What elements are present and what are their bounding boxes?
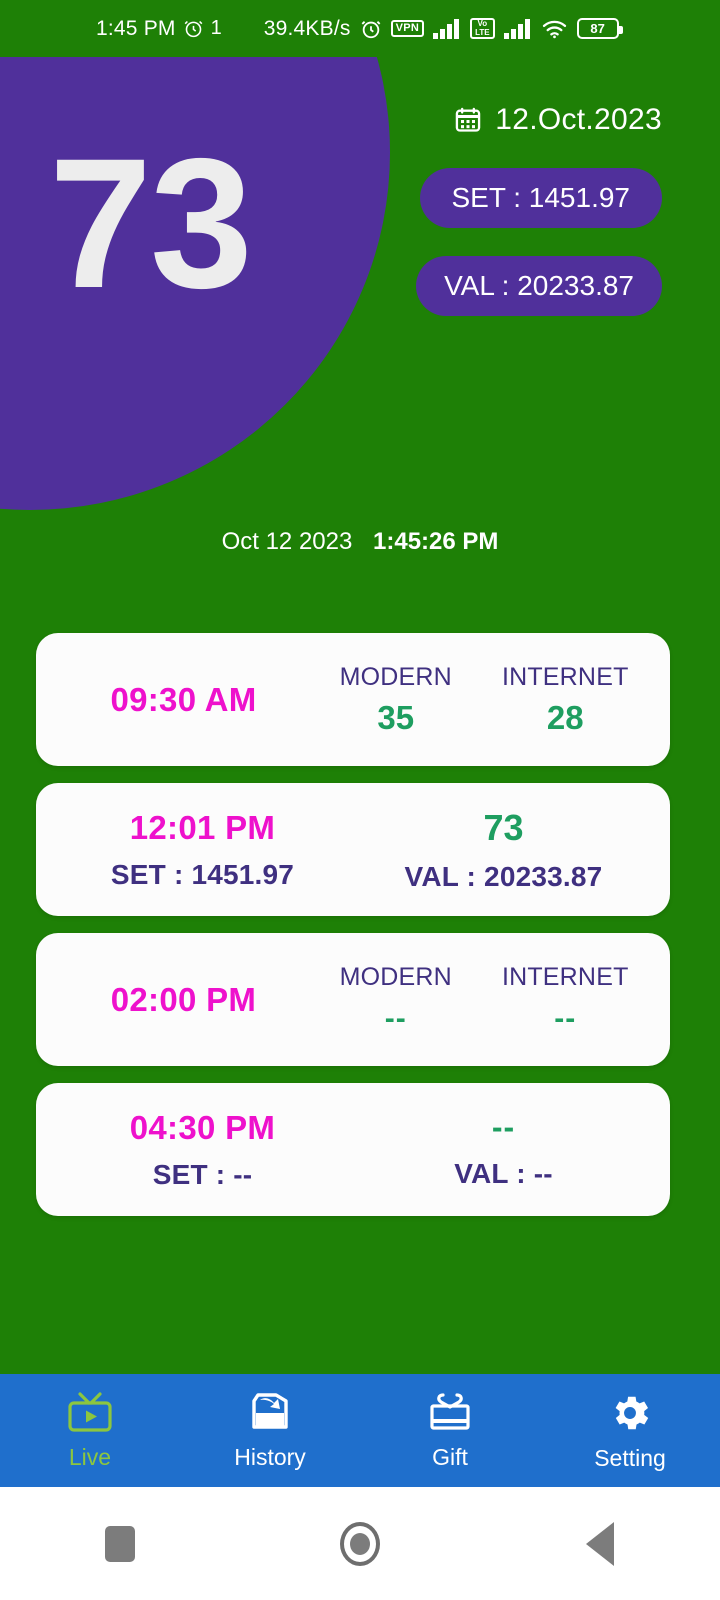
set-pill[interactable]: SET : 1451.97 bbox=[419, 168, 662, 228]
phone-screen: 1:45 PM 1 39.4KB/s VPN Vo LTE 87 73 12.O… bbox=[0, 0, 720, 1600]
nav-tab-setting-label: Setting bbox=[594, 1444, 666, 1471]
card-right-half: -- VAL : -- bbox=[353, 1109, 654, 1190]
result-card[interactable]: 04:30 PM SET : -- -- VAL : -- bbox=[36, 1083, 670, 1216]
result-card[interactable]: 02:00 PM MODERN -- INTERNET -- bbox=[36, 933, 670, 1066]
big-number: 73 bbox=[49, 121, 253, 327]
nav-tab-setting[interactable]: Setting bbox=[540, 1374, 720, 1487]
battery-icon: 87 bbox=[576, 18, 623, 39]
card-right-value: 28 bbox=[546, 698, 584, 736]
wifi-icon bbox=[541, 18, 568, 39]
val-pill[interactable]: VAL : 20233.87 bbox=[416, 256, 662, 316]
calendar-icon bbox=[454, 106, 482, 134]
nav-tab-history-label: History bbox=[234, 1443, 306, 1470]
result-card-list: 09:30 AM MODERN 35 INTERNET 28 12:01 PM … bbox=[36, 633, 670, 1233]
alarm-clock-icon bbox=[183, 18, 204, 39]
nav-tab-gift-label: Gift bbox=[432, 1443, 468, 1470]
network-speed: 39.4KB/s bbox=[263, 16, 351, 40]
header-right-panel: 12.Oct.2023 SET : 1451.97 VAL : 20233.87 bbox=[416, 103, 662, 316]
signal-bars-icon bbox=[503, 18, 532, 39]
card-right-label: INTERNET bbox=[501, 963, 629, 991]
card-right-label: INTERNET bbox=[501, 662, 629, 691]
card-time-cell: 09:30 AM bbox=[56, 681, 311, 719]
nav-tab-history[interactable]: History bbox=[180, 1374, 360, 1487]
result-card[interactable]: 12:01 PM SET : 1451.97 73 VAL : 20233.87 bbox=[36, 783, 670, 916]
card-time-cell: 02:00 PM bbox=[56, 981, 311, 1019]
tv-live-icon bbox=[65, 1391, 115, 1435]
card-right-half: 73 VAL : 20233.87 bbox=[353, 807, 654, 893]
date-row: 12.Oct.2023 bbox=[454, 103, 662, 137]
card-time: 04:30 PM bbox=[129, 1108, 276, 1146]
nav-tab-live[interactable]: Live bbox=[0, 1374, 180, 1487]
status-clock: 1:45 PM bbox=[96, 16, 176, 40]
card-big-value: 73 bbox=[483, 806, 524, 848]
circle-home-icon bbox=[340, 1521, 380, 1566]
card-left-column: MODERN -- bbox=[311, 963, 481, 1036]
card-left-column: MODERN 35 bbox=[311, 663, 481, 737]
card-big-value: -- bbox=[491, 1109, 516, 1145]
android-recents-button[interactable] bbox=[0, 1525, 240, 1562]
card-time: 02:00 PM bbox=[110, 980, 257, 1018]
result-card[interactable]: 09:30 AM MODERN 35 INTERNET 28 bbox=[36, 633, 670, 766]
notification-count: 1 bbox=[210, 17, 222, 39]
card-left-value: 35 bbox=[377, 698, 415, 736]
triangle-back-icon bbox=[586, 1521, 614, 1566]
volte-icon: Vo LTE bbox=[470, 18, 495, 39]
vpn-icon: VPN bbox=[390, 20, 425, 37]
android-navigation-bar bbox=[0, 1487, 720, 1600]
bottom-navigation: Live History Gift Setting bbox=[0, 1374, 720, 1487]
timestamp-date: Oct 12 2023 bbox=[221, 528, 353, 555]
android-home-button[interactable] bbox=[240, 1521, 480, 1566]
status-bar-right: 39.4KB/s VPN Vo LTE 87 bbox=[263, 16, 623, 41]
card-val-text: VAL : 20233.87 bbox=[404, 860, 603, 892]
battery-level: 87 bbox=[590, 21, 605, 36]
status-bar-left: 1:45 PM 1 bbox=[96, 17, 222, 41]
header-date: 12.Oct.2023 bbox=[495, 103, 662, 136]
nav-tab-live-label: Live bbox=[68, 1443, 112, 1470]
gift-icon bbox=[426, 1391, 474, 1435]
signal-bars-icon bbox=[433, 18, 461, 39]
card-left-label: MODERN bbox=[339, 963, 452, 991]
volte-bottom: LTE bbox=[475, 27, 490, 37]
alarm-clock-icon bbox=[360, 18, 382, 40]
square-recents-icon bbox=[105, 1525, 135, 1562]
card-val-text: VAL : -- bbox=[454, 1158, 553, 1189]
card-left-value: -- bbox=[384, 1002, 407, 1035]
card-right-column: INTERNET -- bbox=[481, 963, 651, 1036]
card-set-text: SET : -- bbox=[152, 1158, 253, 1190]
card-left-half: 12:01 PM SET : 1451.97 bbox=[52, 809, 353, 891]
status-bar: 1:45 PM 1 39.4KB/s VPN Vo LTE 87 bbox=[0, 0, 720, 57]
live-timestamp: Oct 12 2023 1:45:26 PM bbox=[0, 528, 720, 556]
nav-tab-gift[interactable]: Gift bbox=[360, 1374, 540, 1487]
card-set-text: SET : 1451.97 bbox=[110, 858, 295, 890]
gear-icon bbox=[607, 1390, 653, 1436]
timestamp-time: 1:45:26 PM bbox=[373, 528, 499, 555]
card-right-column: INTERNET 28 bbox=[481, 663, 651, 737]
card-left-label: MODERN bbox=[339, 662, 452, 691]
card-right-value: -- bbox=[554, 1002, 577, 1035]
card-time: 09:30 AM bbox=[110, 680, 257, 718]
history-icon bbox=[246, 1391, 294, 1435]
android-back-button[interactable] bbox=[480, 1521, 720, 1566]
card-left-half: 04:30 PM SET : -- bbox=[52, 1109, 353, 1191]
card-time: 12:01 PM bbox=[129, 808, 276, 846]
